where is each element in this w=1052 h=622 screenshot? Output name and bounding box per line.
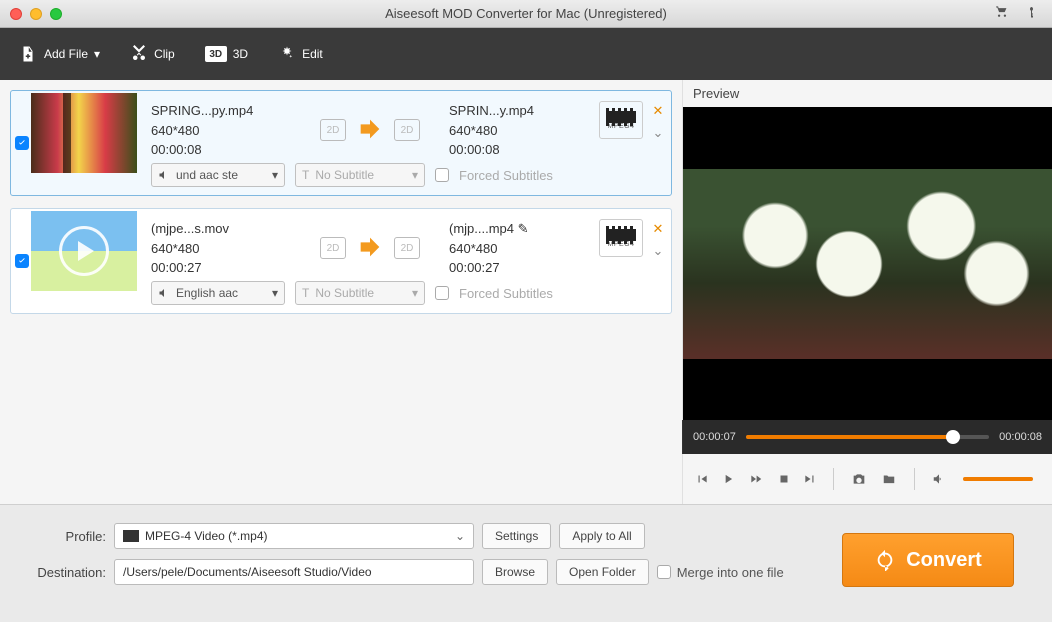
dest-resolution: 640*480 xyxy=(449,239,589,259)
folder-icon[interactable] xyxy=(880,472,898,486)
item-checkbox[interactable] xyxy=(13,93,31,193)
add-file-label: Add File xyxy=(44,47,88,61)
preview-frame xyxy=(683,169,1052,359)
edit-label: Edit xyxy=(302,47,323,61)
source-duration: 00:00:08 xyxy=(151,140,291,160)
bottom-panel: Profile: MPEG-4 Video (*.mp4) ⌄ Settings… xyxy=(0,504,1052,622)
dest-resolution: 640*480 xyxy=(449,121,589,141)
destination-label: Destination: xyxy=(20,565,106,580)
preview-panel: Preview 00:00:07 00:00:08 xyxy=(682,80,1052,504)
edit-button[interactable]: Edit xyxy=(278,45,323,63)
expand-item-icon[interactable]: ⌄ xyxy=(653,125,664,141)
toolbar: Add File ▾ Clip 3D 3D Edit xyxy=(0,28,1052,80)
dest-duration: 00:00:27 xyxy=(449,258,589,278)
thumbnail[interactable] xyxy=(31,211,137,291)
key-icon[interactable] xyxy=(1026,4,1038,23)
dest-meta: (mjp....mp4 ✎ 640*480 00:00:27 xyxy=(449,219,589,277)
three-d-label: 3D xyxy=(233,47,248,61)
2d-badge-dst: 2D xyxy=(394,119,420,141)
window-controls xyxy=(0,8,62,20)
total-time: 00:00:08 xyxy=(999,431,1042,443)
next-icon[interactable] xyxy=(803,472,817,486)
add-file-button[interactable]: Add File ▾ xyxy=(18,45,100,63)
playback-controls xyxy=(682,454,1052,504)
audio-track-select[interactable]: English aac ▾ xyxy=(151,281,285,305)
convert-button[interactable]: Convert xyxy=(842,533,1014,587)
chevron-down-icon: ▾ xyxy=(272,168,278,182)
arrow-right-icon xyxy=(352,233,388,264)
dest-duration: 00:00:08 xyxy=(449,140,589,160)
stop-icon[interactable] xyxy=(777,472,791,486)
dest-filename: SPRIN...y.mp4 xyxy=(449,101,589,121)
file-item[interactable]: (mjpe...s.mov 640*480 00:00:27 2D 2D (mj… xyxy=(10,208,672,314)
volume-icon[interactable] xyxy=(931,472,947,486)
clip-button[interactable]: Clip xyxy=(130,45,175,63)
dest-meta: SPRIN...y.mp4 640*480 00:00:08 xyxy=(449,101,589,159)
chevron-down-icon: ▾ xyxy=(412,168,418,182)
prev-icon[interactable] xyxy=(695,472,709,486)
source-filename: (mjpe...s.mov xyxy=(151,219,291,239)
seek-slider[interactable] xyxy=(746,435,989,439)
browse-button[interactable]: Browse xyxy=(482,559,548,585)
window-title: Aiseesoft MOD Converter for Mac (Unregis… xyxy=(0,6,1052,21)
seek-handle[interactable] xyxy=(946,430,960,444)
remove-item-icon[interactable]: ✕ xyxy=(653,221,664,237)
subtitle-select[interactable]: T No Subtitle ▾ xyxy=(295,281,425,305)
forced-subtitles-checkbox[interactable] xyxy=(435,168,449,182)
forced-subtitles-label: Forced Subtitles xyxy=(459,286,553,301)
close-window[interactable] xyxy=(10,8,22,20)
remove-item-icon[interactable]: ✕ xyxy=(653,103,664,119)
audio-track-select[interactable]: und aac ste ▾ xyxy=(151,163,285,187)
forced-subtitles-checkbox[interactable] xyxy=(435,286,449,300)
fast-forward-icon[interactable] xyxy=(747,472,765,486)
output-profile-icon[interactable]: MPEG4 xyxy=(599,219,643,257)
2d-badge-src: 2D xyxy=(320,119,346,141)
play-overlay-icon xyxy=(59,226,109,276)
source-resolution: 640*480 xyxy=(151,121,291,141)
zoom-window[interactable] xyxy=(50,8,62,20)
expand-item-icon[interactable]: ⌄ xyxy=(653,243,664,259)
chevron-down-icon: ▾ xyxy=(272,286,278,300)
forced-subtitles-label: Forced Subtitles xyxy=(459,168,553,183)
settings-button[interactable]: Settings xyxy=(482,523,551,549)
dest-filename: (mjp....mp4 xyxy=(449,221,514,236)
arrow-right-icon xyxy=(352,115,388,146)
2d-badge-src: 2D xyxy=(320,237,346,259)
titlebar: Aiseesoft MOD Converter for Mac (Unregis… xyxy=(0,0,1052,28)
source-meta: (mjpe...s.mov 640*480 00:00:27 xyxy=(151,219,291,277)
thumbnail[interactable] xyxy=(31,93,137,173)
three-d-button[interactable]: 3D 3D xyxy=(205,46,248,62)
merge-checkbox[interactable] xyxy=(657,565,671,579)
open-folder-button[interactable]: Open Folder xyxy=(556,559,649,585)
profile-select[interactable]: MPEG-4 Video (*.mp4) ⌄ xyxy=(114,523,474,549)
file-item[interactable]: SPRING...py.mp4 640*480 00:00:08 2D 2D S… xyxy=(10,90,672,196)
source-resolution: 640*480 xyxy=(151,239,291,259)
source-filename: SPRING...py.mp4 xyxy=(151,101,291,121)
source-meta: SPRING...py.mp4 640*480 00:00:08 xyxy=(151,101,291,159)
source-duration: 00:00:27 xyxy=(151,258,291,278)
snapshot-icon[interactable] xyxy=(850,471,868,487)
merge-label: Merge into one file xyxy=(677,565,784,580)
subtitle-select[interactable]: T No Subtitle ▾ xyxy=(295,163,425,187)
chevron-down-icon: ⌄ xyxy=(455,529,465,543)
chevron-down-icon: ▾ xyxy=(412,286,418,300)
item-checkbox[interactable] xyxy=(13,211,31,311)
file-list: SPRING...py.mp4 640*480 00:00:08 2D 2D S… xyxy=(0,80,682,504)
2d-badge-dst: 2D xyxy=(394,237,420,259)
preview-label: Preview xyxy=(682,80,1052,107)
play-icon[interactable] xyxy=(721,472,735,486)
profile-label: Profile: xyxy=(20,529,106,544)
preview-video[interactable] xyxy=(682,107,1052,420)
minimize-window[interactable] xyxy=(30,8,42,20)
cart-icon[interactable] xyxy=(994,4,1010,23)
edit-name-icon[interactable]: ✎ xyxy=(518,221,529,236)
clip-label: Clip xyxy=(154,47,175,61)
apply-all-button[interactable]: Apply to All xyxy=(559,523,644,549)
output-profile-icon[interactable]: MPEG4 xyxy=(599,101,643,139)
timeline: 00:00:07 00:00:08 xyxy=(682,420,1052,454)
current-time: 00:00:07 xyxy=(693,431,736,443)
add-file-dropdown-icon[interactable]: ▾ xyxy=(94,47,100,61)
destination-input[interactable]: /Users/pele/Documents/Aiseesoft Studio/V… xyxy=(114,559,474,585)
volume-slider[interactable] xyxy=(963,477,1033,481)
